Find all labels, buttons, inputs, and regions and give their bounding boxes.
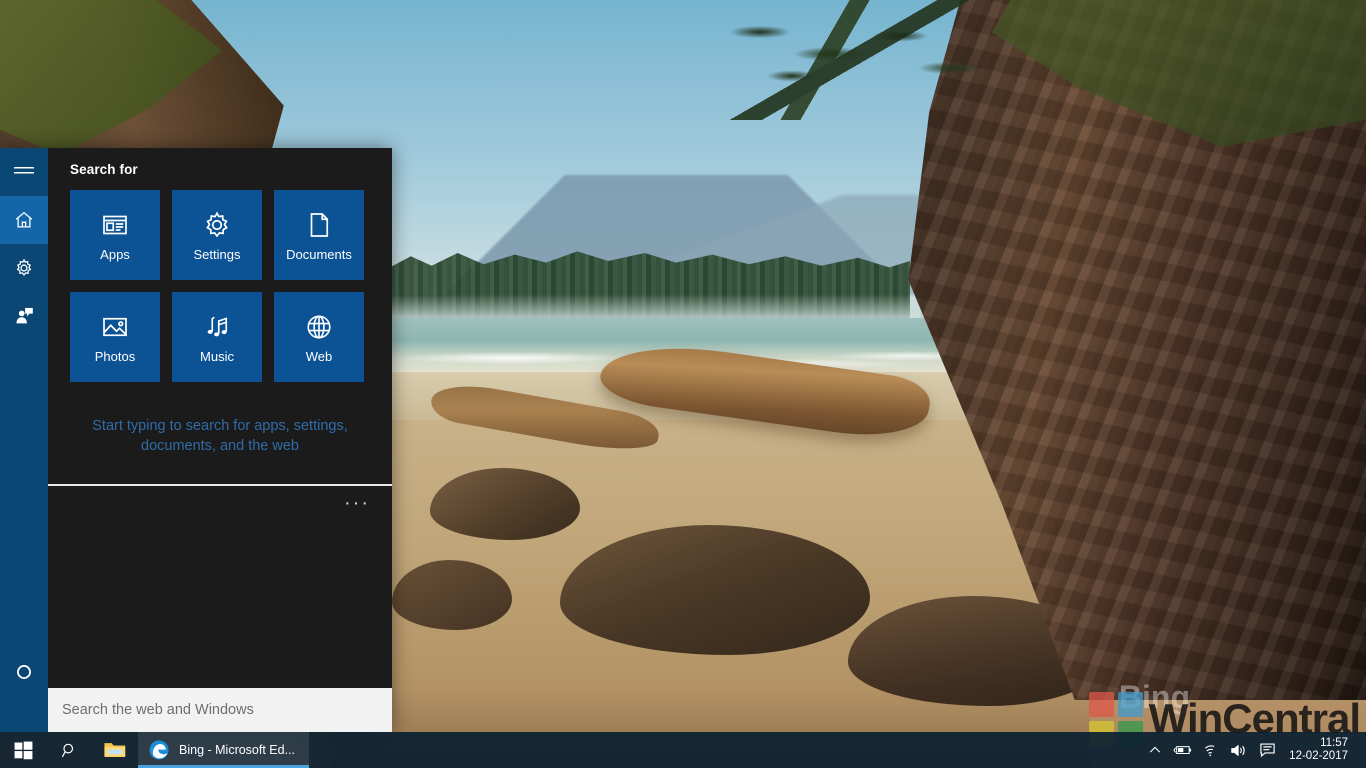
tile-music[interactable]: Music	[172, 292, 262, 382]
wifi-button[interactable]	[1197, 732, 1225, 768]
tile-label: Apps	[100, 246, 130, 262]
home-icon	[15, 211, 33, 228]
settings-gear-icon	[206, 211, 228, 237]
more-options-button[interactable]: ···	[344, 493, 370, 513]
start-button[interactable]	[0, 732, 46, 768]
panel-upper-section: Search for Apps Settings Documents Photo…	[48, 148, 392, 456]
taskbar: Bing - Microsoft Ed... 11:57 12-02-2017	[0, 732, 1366, 768]
clock-time: 11:57	[1320, 737, 1348, 749]
photo-icon	[103, 317, 127, 336]
taskbar-window-title: Bing - Microsoft Ed...	[179, 743, 296, 757]
search-for-heading: Search for	[70, 162, 138, 177]
folder-icon	[104, 743, 126, 757]
search-box[interactable]	[48, 688, 392, 732]
tile-web[interactable]: Web	[274, 292, 364, 382]
tile-photos[interactable]: Photos	[70, 292, 160, 382]
windows-logo-icon	[14, 741, 32, 759]
tile-apps[interactable]: Apps	[70, 190, 160, 280]
tile-settings[interactable]: Settings	[172, 190, 262, 280]
battery-button[interactable]	[1169, 732, 1197, 768]
search-input[interactable]	[62, 702, 378, 718]
action-center-icon	[1259, 743, 1275, 758]
clock[interactable]: 11:57 12-02-2017	[1281, 732, 1360, 768]
hamburger-menu-button[interactable]	[0, 148, 48, 196]
cortana-circle-icon	[17, 665, 31, 679]
tile-label: Settings	[193, 246, 241, 262]
sidebar-item-settings[interactable]	[0, 244, 48, 292]
panel-nav-rail	[0, 148, 48, 732]
tile-label: Documents	[286, 246, 352, 262]
action-center-button[interactable]	[1253, 732, 1281, 768]
panel-content: Search for Apps Settings Documents Photo…	[48, 148, 392, 732]
search-hint-text: Start typing to search for apps, setting…	[92, 418, 348, 454]
search-panel: Search for Apps Settings Documents Photo…	[0, 148, 392, 732]
system-tray: 11:57 12-02-2017	[1141, 732, 1366, 768]
cortana-button[interactable]	[0, 648, 48, 696]
file-explorer-button[interactable]	[92, 732, 138, 768]
tile-label: Photos	[94, 348, 136, 364]
chevron-up-icon	[1150, 746, 1161, 753]
hamburger-icon	[14, 167, 34, 174]
clock-date: 12-02-2017	[1289, 750, 1348, 762]
taskbar-search-button[interactable]	[46, 732, 92, 768]
sidebar-item-feedback[interactable]	[0, 292, 48, 340]
apps-icon	[103, 215, 127, 234]
feedback-icon	[16, 307, 33, 324]
battery-icon	[1173, 746, 1192, 754]
tile-label: Web	[305, 348, 333, 364]
gear-icon	[16, 258, 32, 277]
volume-button[interactable]	[1225, 732, 1253, 768]
conifer-needles	[700, 10, 1010, 105]
volume-icon	[1231, 744, 1245, 756]
show-hidden-icons-button[interactable]	[1141, 732, 1169, 768]
globe-icon	[307, 314, 331, 339]
document-icon	[310, 212, 329, 237]
wifi-icon	[1204, 744, 1214, 756]
tile-label: Music	[200, 348, 234, 364]
music-note-icon	[207, 316, 228, 336]
sidebar-item-home[interactable]	[0, 196, 48, 244]
tile-documents[interactable]: Documents	[274, 190, 364, 280]
search-category-tiles: Apps Settings Documents Photos Music Web	[70, 190, 370, 382]
edge-browser-icon	[149, 740, 169, 760]
taskbar-window-edge[interactable]: Bing - Microsoft Ed...	[138, 732, 310, 768]
search-icon	[61, 743, 73, 757]
